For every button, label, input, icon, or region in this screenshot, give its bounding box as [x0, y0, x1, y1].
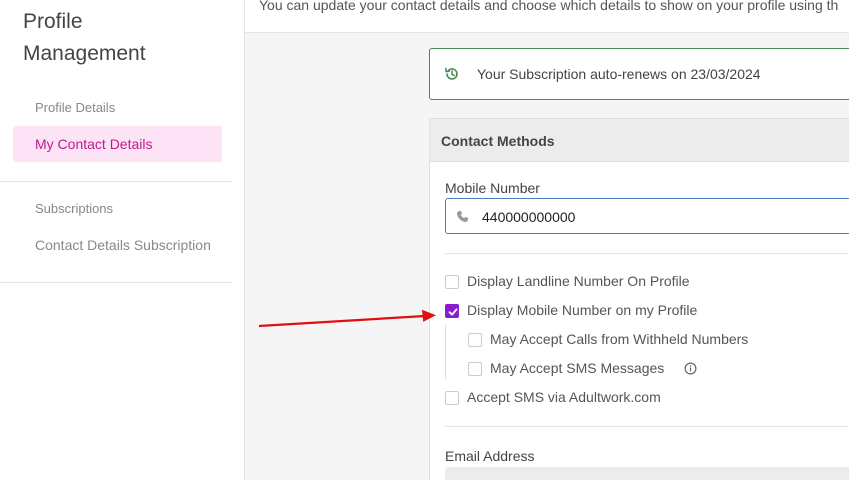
info-icon[interactable]: [684, 362, 697, 375]
card-header: Contact Methods: [430, 119, 849, 162]
mobile-number-label: Mobile Number: [445, 180, 540, 196]
sidebar: Profile Management Profile Details My Co…: [0, 0, 245, 480]
sidebar-item-contact-details-subscription[interactable]: Contact Details Subscription: [13, 227, 222, 263]
sub-options-indent-line: [445, 325, 446, 379]
contact-methods-card: Contact Methods Mobile Number 4400000000…: [429, 118, 849, 480]
checkbox-checked[interactable]: [445, 304, 459, 318]
sidebar-divider: [0, 181, 233, 182]
page-description: You can update your contact details and …: [259, 0, 839, 13]
section-label-subscriptions: Subscriptions: [35, 201, 114, 216]
phone-icon: [456, 210, 469, 223]
notice-text: Your Subscription auto-renews on 23/03/2…: [477, 66, 761, 82]
card-title: Contact Methods: [441, 133, 555, 149]
main-content: You can update your contact details and …: [245, 0, 849, 480]
option-label: Display Landline Number On Profile: [467, 273, 690, 289]
history-icon: [445, 67, 458, 80]
email-address-label: Email Address: [445, 448, 535, 464]
checkbox-unchecked[interactable]: [468, 333, 482, 347]
divider: [445, 426, 849, 427]
email-address-input[interactable]: [445, 467, 849, 480]
divider: [445, 253, 849, 254]
mobile-number-value: 440000000000: [482, 209, 576, 225]
checkmark-icon: [448, 308, 458, 316]
checkbox-unchecked[interactable]: [445, 391, 459, 405]
sidebar-title: Profile Management: [23, 10, 146, 65]
mobile-number-input[interactable]: 440000000000: [445, 198, 849, 234]
option-label: Accept SMS via Adultwork.com: [467, 389, 661, 405]
section-label-profile-details: Profile Details: [35, 100, 116, 115]
header-strip: You can update your contact details and …: [245, 0, 849, 33]
checkbox-unchecked[interactable]: [468, 362, 482, 376]
checkbox-unchecked[interactable]: [445, 275, 459, 289]
sidebar-divider: [0, 282, 233, 283]
option-label: May Accept SMS Messages: [490, 360, 665, 376]
subscription-notice: Your Subscription auto-renews on 23/03/2…: [429, 48, 849, 100]
option-label: May Accept Calls from Withheld Numbers: [490, 331, 749, 347]
option-label: Display Mobile Number on my Profile: [467, 302, 698, 318]
sidebar-item-my-contact-details[interactable]: My Contact Details: [13, 126, 222, 162]
